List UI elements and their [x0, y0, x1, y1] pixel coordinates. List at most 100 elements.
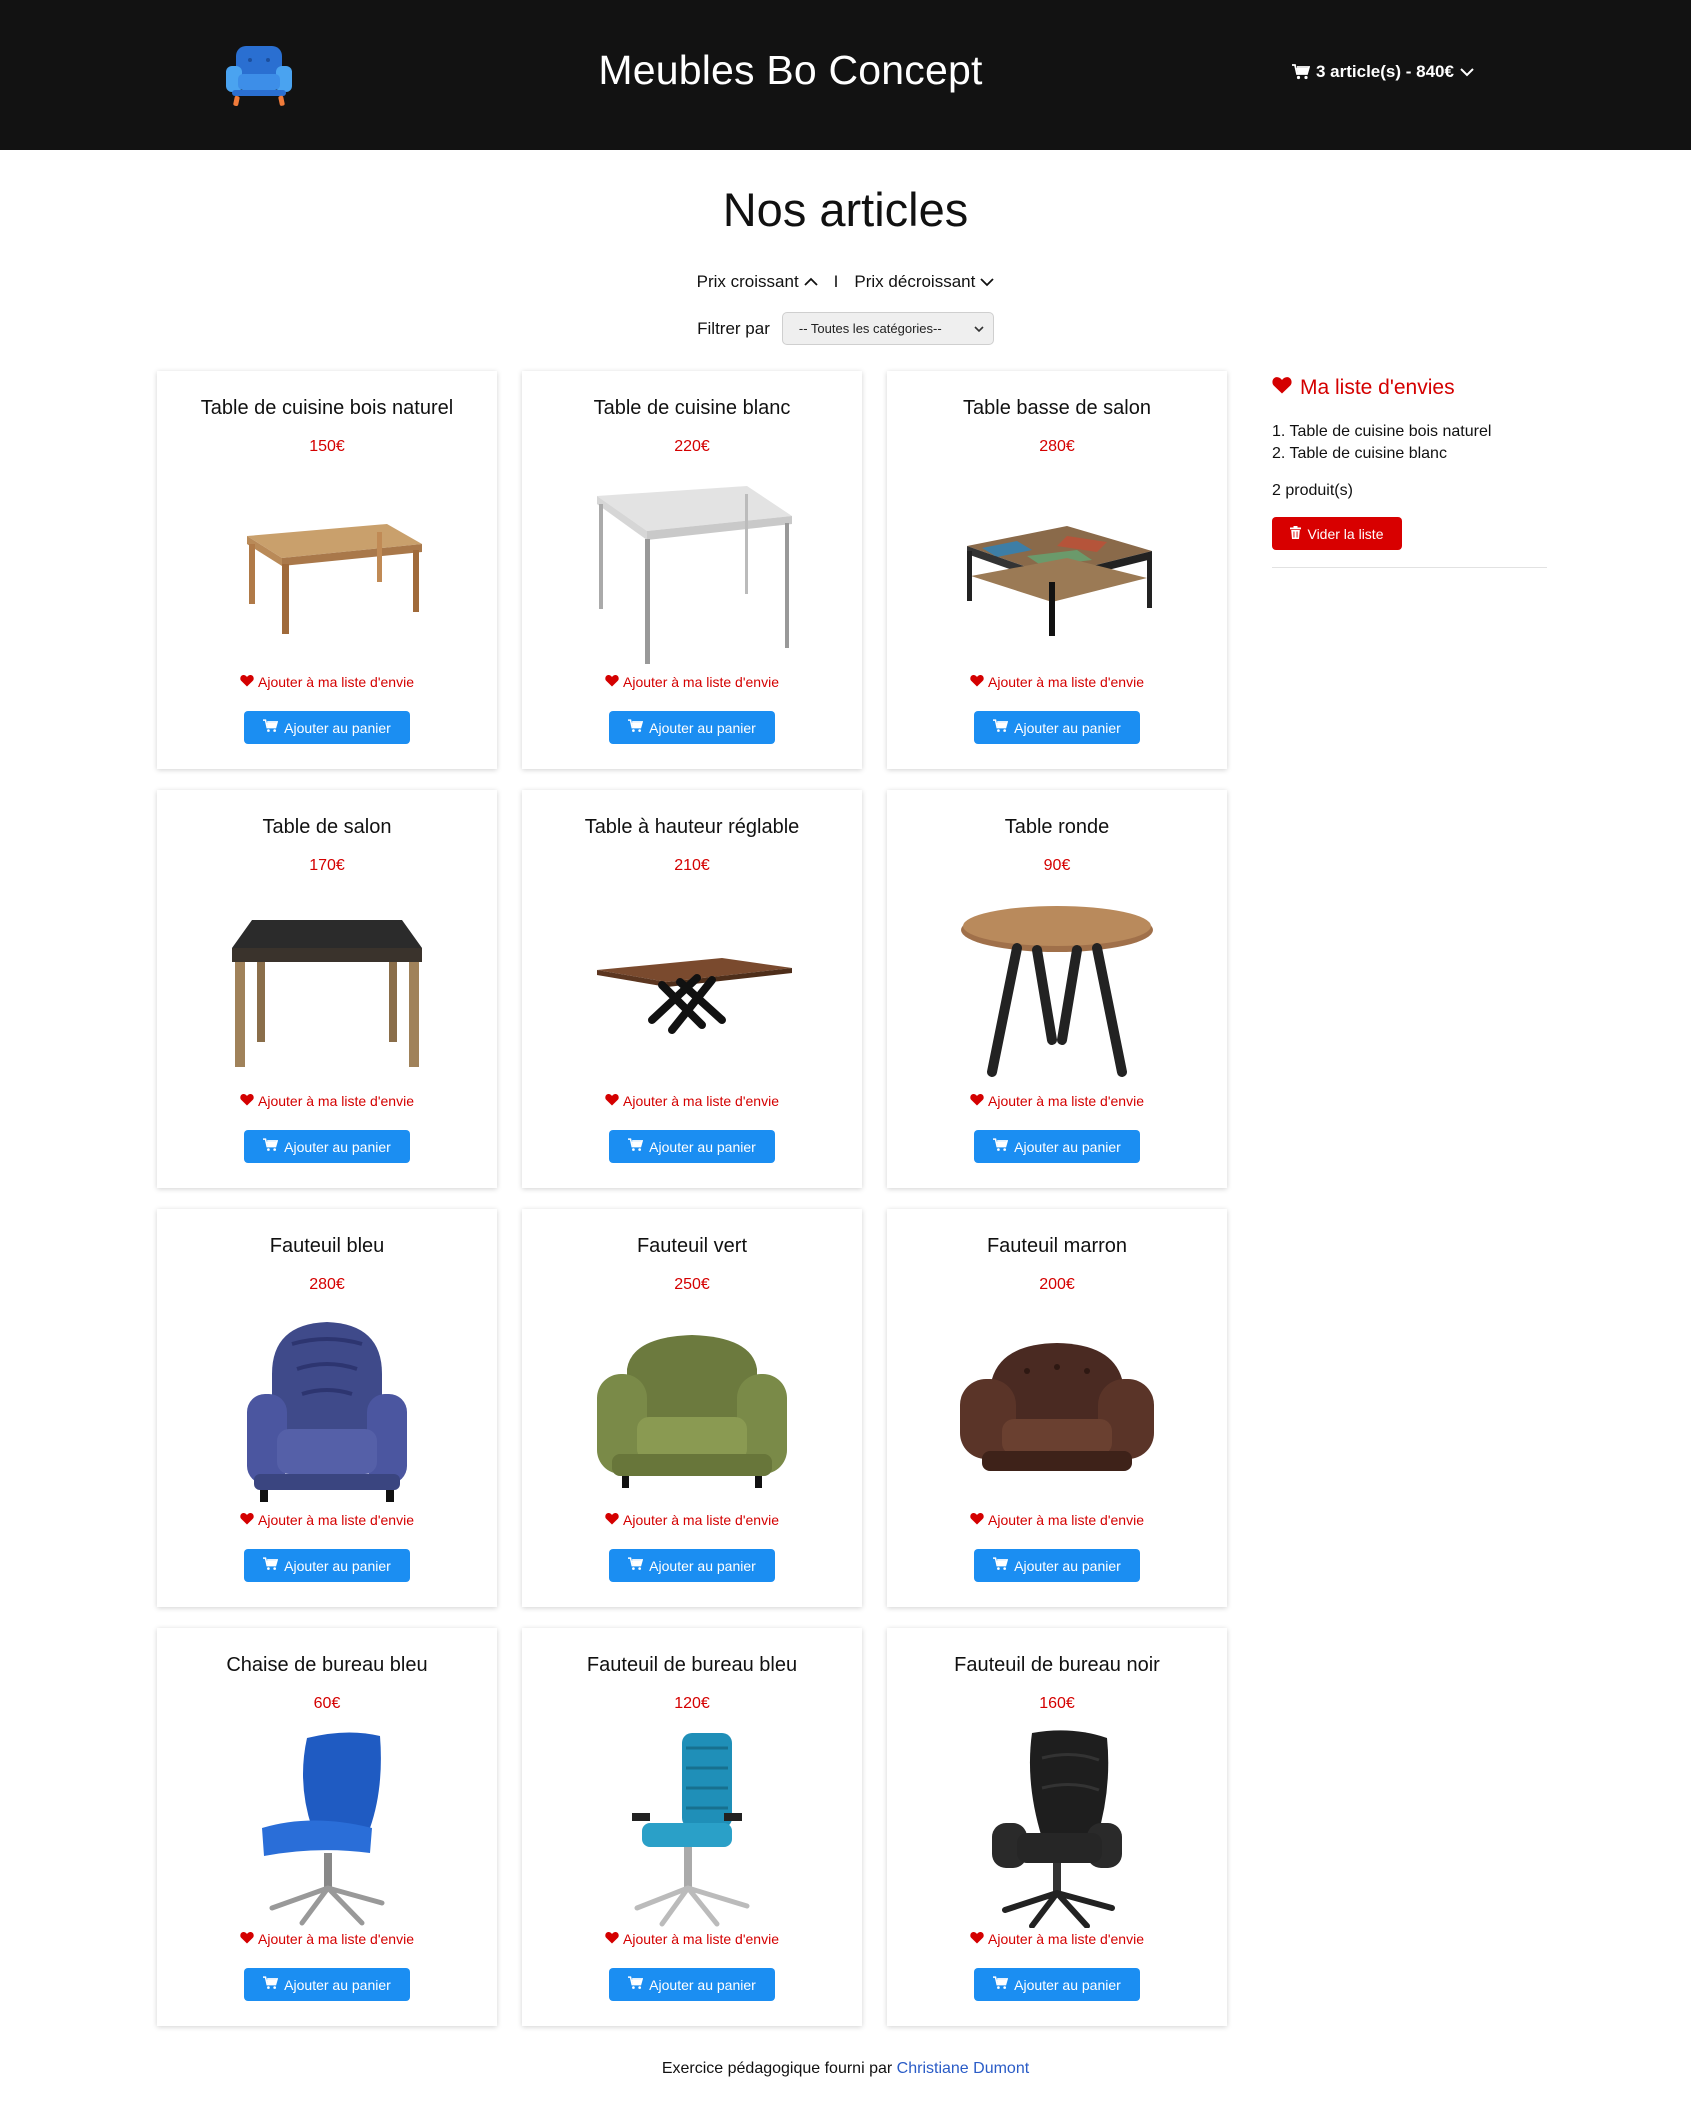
add-to-wishlist-label: Ajouter à ma liste d'envie	[988, 1093, 1144, 1109]
product-name: Chaise de bureau bleu	[226, 1654, 428, 1676]
add-to-wishlist-link[interactable]: Ajouter à ma liste d'envie	[887, 1093, 1227, 1109]
add-to-cart-button[interactable]: Ajouter au panier	[609, 1130, 775, 1163]
heart-icon	[240, 1931, 254, 1947]
cart-icon	[628, 1976, 644, 1993]
heart-icon	[970, 1093, 984, 1109]
add-to-wishlist-link[interactable]: Ajouter à ma liste d'envie	[522, 1512, 862, 1528]
heart-icon	[240, 1093, 254, 1109]
add-to-cart-label: Ajouter au panier	[1014, 1976, 1121, 1993]
author-link[interactable]: Christiane Dumont	[897, 2060, 1030, 2077]
add-to-wishlist-link[interactable]: Ajouter à ma liste d'envie	[157, 1931, 497, 1947]
add-to-wishlist-link[interactable]: Ajouter à ma liste d'envie	[157, 1512, 497, 1528]
product-price: 90€	[1043, 857, 1071, 874]
cart-icon	[628, 719, 644, 736]
add-to-cart-label: Ajouter au panier	[649, 1138, 756, 1155]
add-to-cart-button[interactable]: Ajouter au panier	[609, 711, 775, 744]
add-to-wishlist-label: Ajouter à ma liste d'envie	[988, 1931, 1144, 1947]
add-to-cart-label: Ajouter au panier	[284, 719, 391, 736]
add-to-cart-button[interactable]: Ajouter au panier	[974, 1549, 1140, 1582]
cart-icon	[628, 1557, 644, 1574]
add-to-wishlist-link[interactable]: Ajouter à ma liste d'envie	[887, 1512, 1227, 1528]
heart-icon	[970, 1512, 984, 1528]
cart-icon	[263, 1138, 279, 1155]
add-to-cart-label: Ajouter au panier	[284, 1138, 391, 1155]
cart-summary-dropdown[interactable]: 3 article(s) - 840€	[1292, 62, 1474, 82]
filter-label: Filtrer par	[697, 318, 770, 338]
add-to-wishlist-link[interactable]: Ajouter à ma liste d'envie	[522, 1093, 862, 1109]
category-select-value: -- Toutes les catégories--	[798, 321, 942, 336]
footer: Exercice pédagogique fourni par Christia…	[0, 2060, 1691, 2078]
cart-icon	[628, 1138, 644, 1155]
add-to-wishlist-link[interactable]: Ajouter à ma liste d'envie	[522, 1931, 862, 1947]
product-price: 280€	[1039, 438, 1075, 455]
sort-price-asc-link[interactable]: Prix croissant	[697, 272, 818, 292]
add-to-cart-button[interactable]: Ajouter au panier	[244, 711, 410, 744]
add-to-cart-label: Ajouter au panier	[1014, 719, 1121, 736]
add-to-cart-label: Ajouter au panier	[649, 1557, 756, 1574]
product-name: Fauteuil vert	[636, 1235, 748, 1257]
cart-icon	[993, 719, 1009, 736]
product-image	[217, 471, 437, 671]
heart-icon	[605, 1931, 619, 1947]
footer-text: Exercice pédagogique fourni par	[661, 2060, 897, 2077]
add-to-wishlist-label: Ajouter à ma liste d'envie	[988, 1512, 1144, 1528]
wishlist-panel: Ma liste d'envies 1. Table de cuisine bo…	[1272, 376, 1547, 568]
product-price: 120€	[674, 1695, 710, 1712]
wishlist-divider	[1272, 567, 1547, 568]
add-to-cart-button[interactable]: Ajouter au panier	[609, 1549, 775, 1582]
product-card: Fauteuil marron 200€ Ajouter à ma liste d'…	[887, 1209, 1227, 1607]
add-to-cart-button[interactable]: Ajouter au panier	[244, 1130, 410, 1163]
product-card: Fauteuil de bureau noir 160€ Ajouter à ma …	[887, 1628, 1227, 2026]
add-to-wishlist-label: Ajouter à ma liste d'envie	[623, 674, 779, 690]
product-image	[947, 1728, 1167, 1928]
add-to-wishlist-link[interactable]: Ajouter à ma liste d'envie	[887, 674, 1227, 690]
product-card: Table ronde 90€ Ajouter à ma liste d'envie…	[887, 790, 1227, 1188]
add-to-wishlist-label: Ajouter à ma liste d'envie	[258, 674, 414, 690]
product-name: Table de salon	[262, 816, 392, 838]
heart-icon	[240, 1512, 254, 1528]
add-to-wishlist-link[interactable]: Ajouter à ma liste d'envie	[157, 1093, 497, 1109]
add-to-cart-button[interactable]: Ajouter au panier	[974, 1130, 1140, 1163]
heart-icon	[240, 674, 254, 690]
wishlist-items: 1. Table de cuisine bois naturel 2. Tabl…	[1272, 421, 1547, 465]
add-to-wishlist-label: Ajouter à ma liste d'envie	[623, 1931, 779, 1947]
sort-separator: I	[833, 272, 839, 291]
add-to-cart-button[interactable]: Ajouter au panier	[244, 1549, 410, 1582]
product-price: 280€	[309, 1276, 345, 1293]
trash-icon	[1290, 525, 1302, 542]
product-card: Table basse de salon 280€ Ajouter à ma lis…	[887, 371, 1227, 769]
clear-wishlist-label: Vider la liste	[1307, 525, 1384, 542]
wishlist-item: 2. Table de cuisine blanc	[1272, 445, 1447, 462]
product-card: Table de cuisine bois naturel 150€ Ajouter…	[157, 371, 497, 769]
product-card: Table de salon 170€ Ajouter à ma liste d'e…	[157, 790, 497, 1188]
category-select[interactable]: -- Toutes les catégories--	[781, 312, 994, 345]
product-card: Fauteuil vert 250€ Ajouter à ma liste d'en…	[522, 1209, 862, 1607]
add-to-cart-label: Ajouter au panier	[284, 1976, 391, 1993]
add-to-wishlist-link[interactable]: Ajouter à ma liste d'envie	[157, 674, 497, 690]
clear-wishlist-button[interactable]: Vider la liste	[1272, 517, 1402, 550]
product-image	[217, 1309, 437, 1509]
product-card: Fauteuil de bureau bleu 120€ Ajouter à ma …	[522, 1628, 862, 2026]
heart-icon	[605, 674, 619, 690]
product-image	[582, 1728, 802, 1928]
add-to-cart-button[interactable]: Ajouter au panier	[244, 1968, 410, 2001]
sort-price-desc-link[interactable]: Prix décroissant	[854, 272, 994, 292]
add-to-cart-button[interactable]: Ajouter au panier	[974, 1968, 1140, 2001]
chevron-down-icon	[1460, 67, 1474, 77]
add-to-wishlist-label: Ajouter à ma liste d'envie	[258, 1931, 414, 1947]
add-to-wishlist-link[interactable]: Ajouter à ma liste d'envie	[887, 1931, 1227, 1947]
cart-icon	[993, 1976, 1009, 1993]
product-name: Table basse de salon	[963, 397, 1151, 419]
add-to-cart-button[interactable]: Ajouter au panier	[609, 1968, 775, 2001]
product-image	[217, 890, 437, 1090]
product-name: Fauteuil bleu	[269, 1235, 385, 1257]
add-to-wishlist-link[interactable]: Ajouter à ma liste d'envie	[522, 674, 862, 690]
product-name: Table de cuisine blanc	[593, 397, 791, 419]
wishlist-item: 1. Table de cuisine bois naturel	[1272, 423, 1492, 440]
sort-desc-label: Prix décroissant	[854, 272, 976, 291]
product-image	[947, 890, 1167, 1090]
product-price: 250€	[674, 1276, 710, 1293]
add-to-cart-button[interactable]: Ajouter au panier	[974, 711, 1140, 744]
sort-controls: Prix croissant I Prix décroissant	[0, 272, 1691, 292]
product-image	[582, 471, 802, 671]
